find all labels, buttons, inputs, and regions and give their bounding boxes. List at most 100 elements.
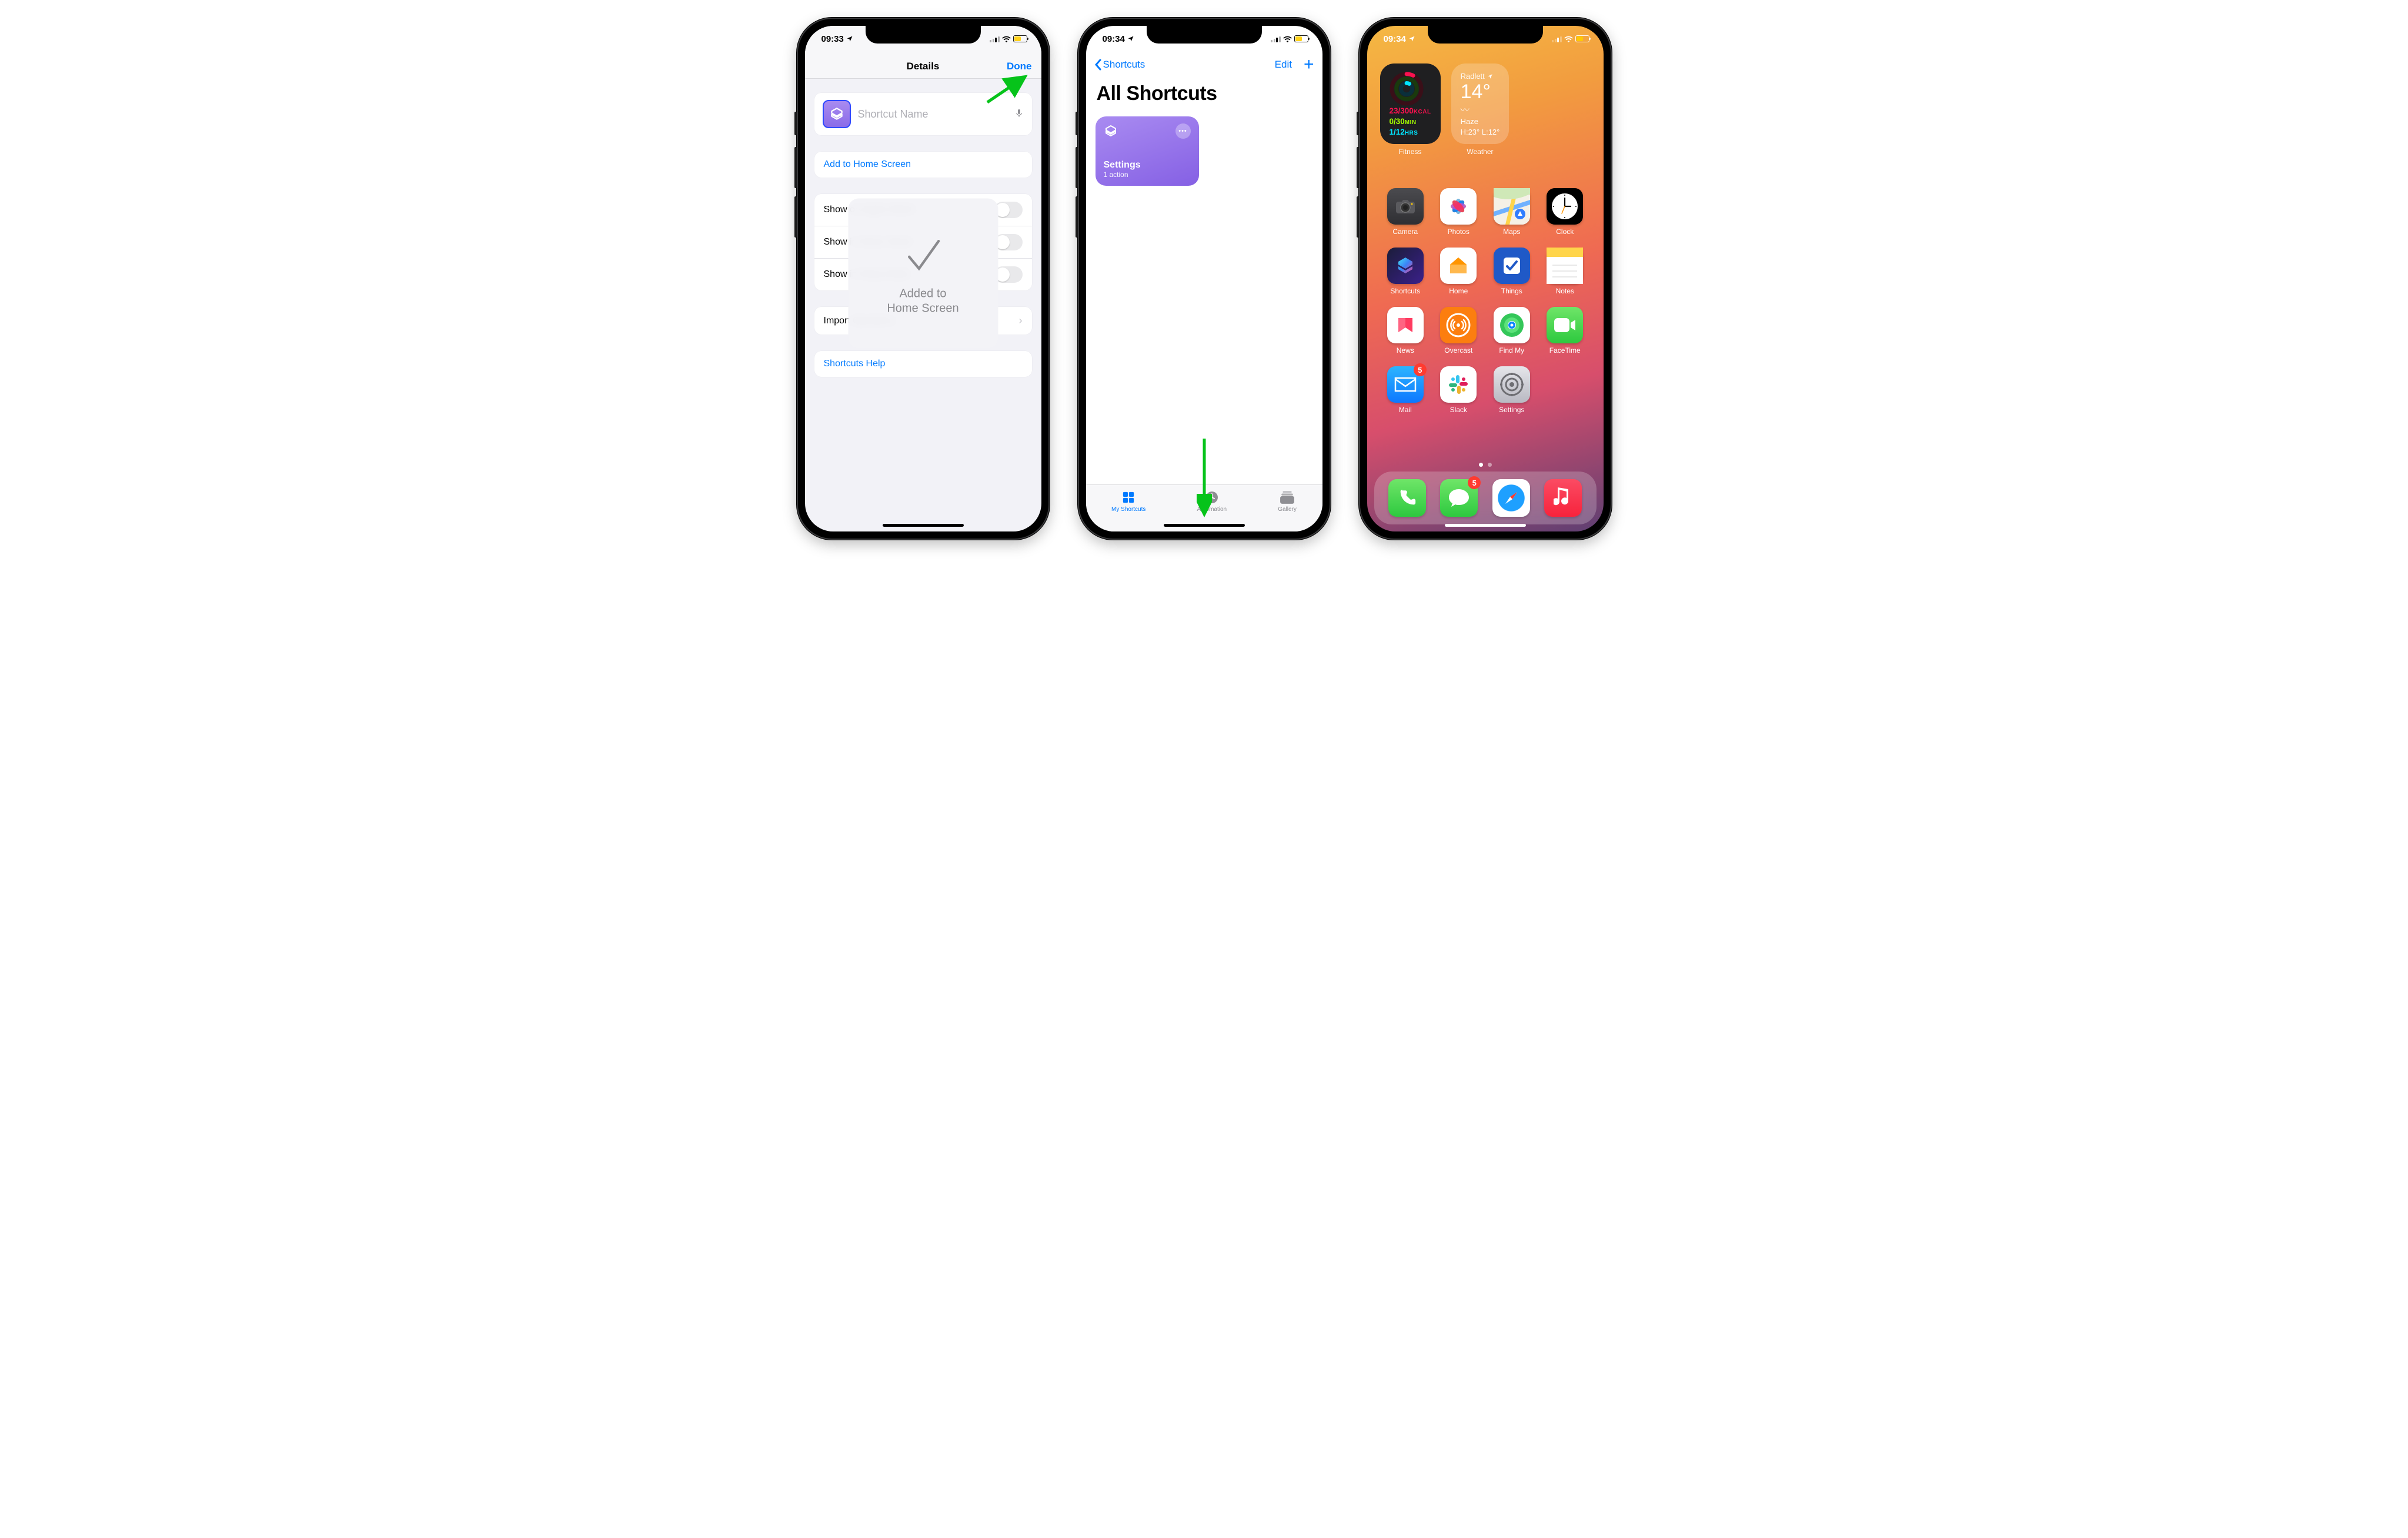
nav-bar: Shortcuts Edit + xyxy=(1086,52,1322,78)
app-notes[interactable]: Notes xyxy=(1538,248,1592,295)
toggle-switch[interactable] xyxy=(994,234,1023,250)
battery-icon xyxy=(1575,35,1589,42)
back-button[interactable]: Shortcuts xyxy=(1094,59,1145,71)
app-things[interactable]: Things xyxy=(1485,248,1539,295)
add-home-section: Add to Home Screen xyxy=(814,152,1032,178)
app-news[interactable]: News xyxy=(1379,307,1432,355)
app-slack[interactable]: Slack xyxy=(1432,366,1485,414)
app-icon xyxy=(1440,188,1477,225)
page-dots[interactable] xyxy=(1367,463,1604,467)
app-grid: Camera Photos Maps Clock Shortcuts Home Things… xyxy=(1379,188,1592,414)
app-clock[interactable]: Clock xyxy=(1538,188,1592,236)
page-title: All Shortcuts xyxy=(1097,82,1217,105)
screen: 09:34 xyxy=(1367,26,1604,531)
phone-home-screen: 09:34 xyxy=(1359,18,1612,540)
gallery-icon xyxy=(1279,490,1295,504)
grid-icon xyxy=(1120,490,1137,504)
app-icon xyxy=(1440,248,1477,284)
fitness-widget[interactable]: 23/300KCAL 0/30MIN 1/12HRS xyxy=(1380,63,1441,144)
app-music[interactable] xyxy=(1544,479,1582,517)
home-indicator[interactable] xyxy=(1445,524,1526,527)
signal-icon xyxy=(1552,36,1562,42)
app-label: Settings xyxy=(1499,406,1524,414)
app-label: Mail xyxy=(1399,406,1412,414)
app-overcast[interactable]: Overcast xyxy=(1432,307,1485,355)
wifi-icon xyxy=(1002,36,1011,42)
app-messages[interactable]: 5 xyxy=(1440,479,1478,517)
home-indicator[interactable] xyxy=(1164,524,1245,527)
status-time: 09:33 xyxy=(821,34,844,44)
widgets-row: 23/300KCAL 0/30MIN 1/12HRS Fitness Radle… xyxy=(1380,63,1591,156)
app-label: Notes xyxy=(1556,287,1574,295)
app-label: Shortcuts xyxy=(1390,287,1420,295)
app-icon xyxy=(1494,248,1530,284)
app-icon xyxy=(1387,307,1424,343)
screen: 09:34 Shortcuts Edit + All Shortcuts xyxy=(1086,26,1322,531)
chevron-right-icon: › xyxy=(1019,315,1023,327)
page-title: Details xyxy=(907,61,940,72)
tab-gallery[interactable]: Gallery xyxy=(1278,490,1297,513)
status-time: 09:34 xyxy=(1384,34,1406,44)
weather-widget[interactable]: Radlett 14° 〰 Haze H:23° L:12° xyxy=(1451,63,1509,144)
app-icon xyxy=(1494,307,1530,343)
app-icon xyxy=(1387,248,1424,284)
shortcut-name-input[interactable] xyxy=(858,108,1007,121)
app-settings[interactable]: Settings xyxy=(1485,366,1539,414)
location-icon xyxy=(1408,35,1415,42)
app-shortcuts[interactable]: Shortcuts xyxy=(1379,248,1432,295)
toggle-switch[interactable] xyxy=(994,202,1023,218)
app-icon xyxy=(1494,366,1530,403)
weather-temp: 14° xyxy=(1461,82,1500,102)
notch xyxy=(866,26,981,44)
app-icon xyxy=(1547,307,1583,343)
add-to-home-button[interactable]: Add to Home Screen xyxy=(814,152,1032,178)
help-button[interactable]: Shortcuts Help xyxy=(814,351,1032,377)
more-icon[interactable]: ••• xyxy=(1175,123,1191,139)
tab-my-shortcuts[interactable]: My Shortcuts xyxy=(1111,490,1145,513)
added-home-toast: Added to Home Screen xyxy=(848,199,998,349)
badge: 5 xyxy=(1414,363,1427,376)
app-icon xyxy=(1492,479,1530,517)
location-icon xyxy=(1487,73,1493,79)
home-indicator[interactable] xyxy=(883,524,964,527)
app-icon: 5 xyxy=(1440,479,1478,517)
signal-icon xyxy=(1271,36,1281,42)
edit-button[interactable]: Edit xyxy=(1275,59,1292,71)
back-label: Shortcuts xyxy=(1103,59,1145,71)
done-button[interactable]: Done xyxy=(1007,61,1032,72)
toast-text: Added to Home Screen xyxy=(887,286,958,316)
shortcut-card[interactable]: ••• Settings 1 action xyxy=(1096,116,1199,186)
app-maps[interactable]: Maps xyxy=(1485,188,1539,236)
badge: 5 xyxy=(1468,476,1481,489)
signal-icon xyxy=(990,36,1000,42)
app-photos[interactable]: Photos xyxy=(1432,188,1485,236)
tab-label: My Shortcuts xyxy=(1111,506,1145,513)
app-mail[interactable]: 5 Mail xyxy=(1379,366,1432,414)
phone-all-shortcuts: 09:34 Shortcuts Edit + All Shortcuts xyxy=(1078,18,1331,540)
dock: 5 xyxy=(1374,472,1597,524)
app-label: Clock xyxy=(1556,228,1574,236)
shortcut-glyph-icon[interactable] xyxy=(823,100,851,128)
app-icon xyxy=(1544,479,1582,517)
add-button[interactable]: + xyxy=(1304,61,1314,68)
app-icon xyxy=(1387,188,1424,225)
app-icon: 5 xyxy=(1387,366,1424,403)
app-label: Things xyxy=(1501,287,1522,295)
app-label: Photos xyxy=(1448,228,1469,236)
wifi-icon xyxy=(1564,36,1573,42)
app-find-my[interactable]: Find My xyxy=(1485,307,1539,355)
app-home[interactable]: Home xyxy=(1432,248,1485,295)
app-safari[interactable] xyxy=(1492,479,1530,517)
toggle-switch[interactable] xyxy=(994,266,1023,283)
annotation-arrow xyxy=(1197,436,1212,519)
app-facetime[interactable]: FaceTime xyxy=(1538,307,1592,355)
app-camera[interactable]: Camera xyxy=(1379,188,1432,236)
wifi-icon xyxy=(1283,36,1292,42)
app-phone[interactable] xyxy=(1388,479,1426,517)
location-icon xyxy=(846,35,853,42)
weather-cond: 〰 Haze H:23° L:12° xyxy=(1461,104,1500,138)
dictate-icon[interactable] xyxy=(1014,107,1024,122)
notch xyxy=(1147,26,1262,44)
checkmark-icon xyxy=(897,231,950,278)
screen: 09:33 Details Done xyxy=(805,26,1041,531)
